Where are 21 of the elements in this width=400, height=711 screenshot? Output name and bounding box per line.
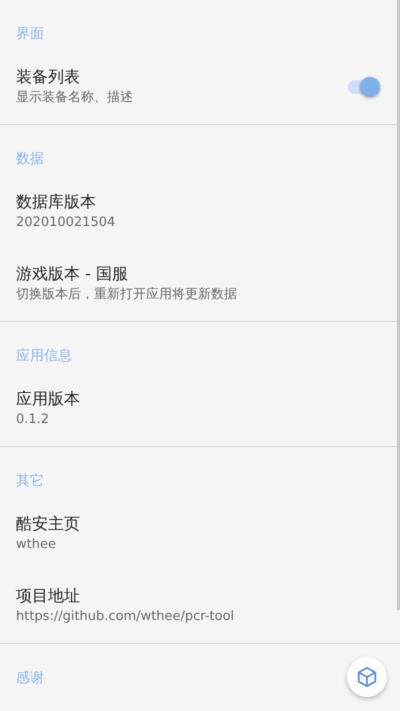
setting-title: 游戏版本 - 国服 <box>16 263 128 285</box>
setting-summary: 0.1.2 <box>16 411 50 429</box>
setting-title: 数据库版本 <box>16 191 96 213</box>
cube-icon <box>356 666 378 688</box>
setting-summary: 显示装备名称、描述 <box>16 89 133 107</box>
toggle-switch[interactable] <box>346 76 380 98</box>
setting-title: 酷安主页 <box>16 513 80 535</box>
section-header: 其它 <box>16 472 44 491</box>
setting-title: 应用版本 <box>16 388 80 410</box>
setting-title: 装备列表 <box>16 66 80 88</box>
setting-summary: 切换版本后，重新打开应用将更新数据 <box>16 286 237 304</box>
section-header: 应用信息 <box>16 347 72 366</box>
setting-summary: 202010021504 <box>16 214 116 232</box>
section-header: 界面 <box>16 25 44 44</box>
scrollbar[interactable] <box>397 0 400 610</box>
section-header: 数据 <box>16 150 44 169</box>
setting-title: 项目地址 <box>16 585 80 607</box>
setting-summary: wthee <box>16 536 56 554</box>
section-header: 感谢 <box>16 669 44 688</box>
setting-summary: https://github.com/wthee/pcr-tool <box>16 608 234 626</box>
cube-button[interactable] <box>347 657 387 697</box>
